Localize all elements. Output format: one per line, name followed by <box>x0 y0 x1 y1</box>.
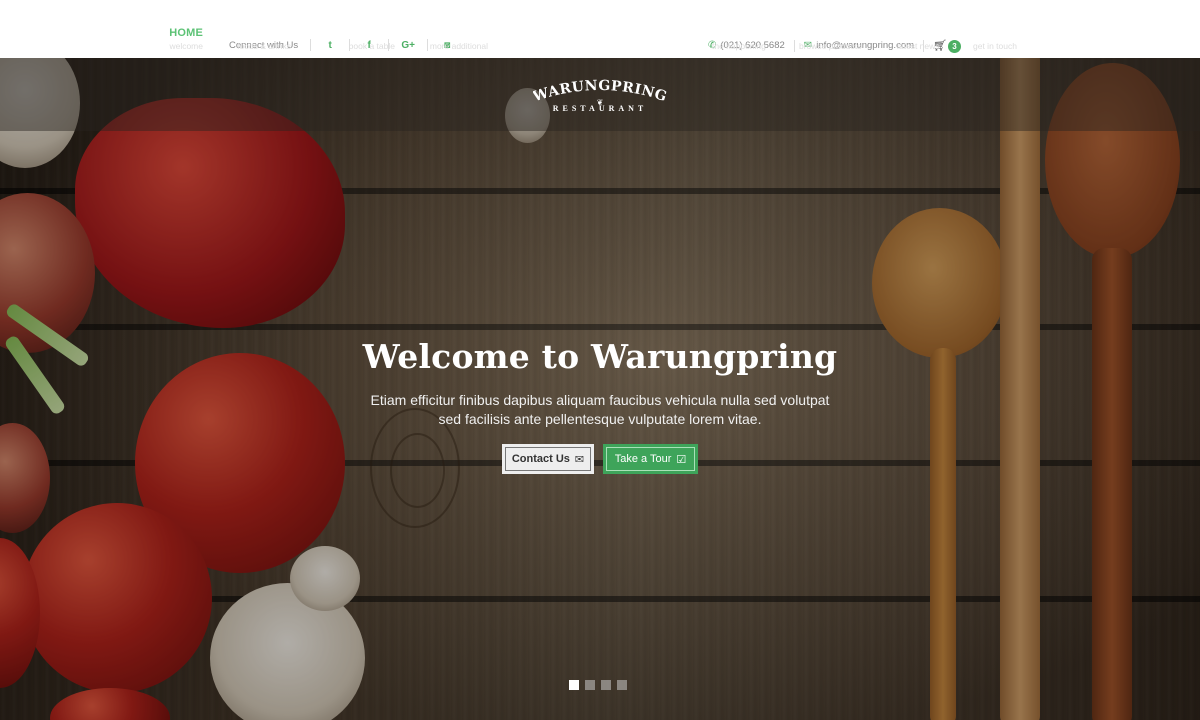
nav-label: CONTACT <box>973 27 1028 39</box>
take-a-tour-button-inner: Take a Tour ☑ <box>606 447 695 471</box>
nav-item-menu[interactable]: MENU foods & drinks <box>237 27 291 52</box>
restaurant-logo[interactable]: WARUNGPRING ❦ RESTAURANT <box>533 76 667 120</box>
contact-us-button-inner: Contact Us ✉ <box>505 447 591 471</box>
divider <box>310 39 312 51</box>
nav-sublabel: more additional <box>429 41 488 51</box>
nav-label: BLOG <box>897 27 930 39</box>
nav-item-reservation[interactable]: RESERVATION book a table <box>315 27 395 52</box>
slider-dot-2[interactable] <box>585 680 595 690</box>
take-a-tour-button[interactable]: Take a Tour ☑ <box>603 444 698 474</box>
nav-sublabel: foods & drinks <box>237 41 291 51</box>
nav-sublabel: browse products <box>799 41 862 51</box>
hero-description: Etiam efficitur finibus dapibus aliquam … <box>340 391 860 429</box>
hero-title: Welcome to Warungpring <box>362 337 838 376</box>
nav-label: EVENTS <box>712 27 758 39</box>
hero-text-line: Etiam efficitur finibus dapibus aliquam … <box>370 392 830 408</box>
slider-dot-1[interactable] <box>569 680 579 690</box>
nav-sublabel: latest news <box>897 41 940 51</box>
nav-sublabel: book a table <box>348 41 395 51</box>
slider-dot-4[interactable] <box>617 680 627 690</box>
nav-sublabel: welcome <box>169 41 203 51</box>
nav-label: HOME <box>169 27 203 39</box>
nav-item-pages[interactable]: PAGES more additional <box>430 27 488 52</box>
nav-label: RESERVATION <box>315 27 395 39</box>
slider-dot-3[interactable] <box>601 680 611 690</box>
nav-label: SHOP <box>799 27 831 39</box>
logo-wordmark: WARUNGPRING ❦ <box>533 78 667 106</box>
contact-us-label: Contact Us <box>511 453 570 465</box>
hero-overlay <box>0 58 1200 720</box>
nav-sublabel: the happening <box>712 41 766 51</box>
nav-sublabel: get in touch <box>973 41 1017 51</box>
nav-label: MENU <box>257 27 291 39</box>
nav-item-shop[interactable]: SHOP browse products <box>799 27 861 52</box>
google-plus-icon[interactable]: G+ <box>401 40 415 51</box>
nav-item-blog[interactable]: BLOG latest news <box>897 27 940 52</box>
nav-item-contact[interactable]: CONTACT get in touch <box>973 27 1027 52</box>
envelope-icon: ✉ <box>574 453 585 466</box>
divider <box>793 39 795 52</box>
check-square-icon: ☑ <box>676 453 687 466</box>
cart-count-badge: 3 <box>948 39 961 53</box>
contact-us-button[interactable]: Contact Us ✉ <box>502 444 594 474</box>
divider <box>427 39 429 51</box>
nav-item-events[interactable]: EVENTS the happening <box>712 27 766 52</box>
take-a-tour-label: Take a Tour <box>614 453 672 465</box>
hero-text-line: sed facilisis ante pellentesque vulputat… <box>438 411 762 427</box>
hero-slider <box>0 58 1200 720</box>
nav-label: PAGES <box>449 27 488 39</box>
logo-subtitle: RESTAURANT <box>552 104 648 113</box>
nav-item-home[interactable]: HOME welcome <box>169 27 203 52</box>
slider-pagination <box>569 680 627 690</box>
